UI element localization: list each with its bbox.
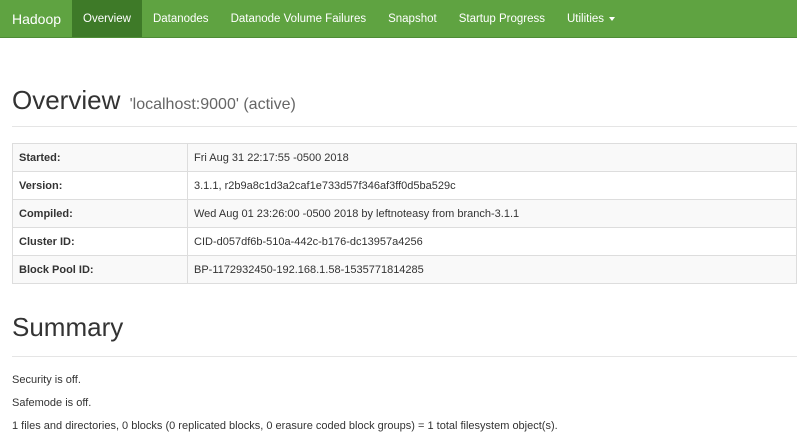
row-label: Compiled: xyxy=(12,199,188,228)
safemode-status: Safemode is off. xyxy=(12,397,92,409)
row-label: Cluster ID: xyxy=(12,227,188,256)
table-row: Block Pool ID: BP-1172932450-192.168.1.5… xyxy=(12,255,797,284)
summary-header: Summary xyxy=(12,312,797,357)
namenode-address: 'localhost:9000' (active) xyxy=(129,96,296,113)
caret-down-icon xyxy=(609,16,616,21)
brand-logo[interactable]: Hadoop xyxy=(0,0,72,37)
table-row: Version: 3.1.1, r2b9a8c1d3a2caf1e733d57f… xyxy=(12,171,797,200)
nav-snapshot[interactable]: Snapshot xyxy=(377,0,448,37)
overview-info-table: Started: Fri Aug 31 22:17:55 -0500 2018 … xyxy=(12,143,797,284)
row-value: Fri Aug 31 22:17:55 -0500 2018 xyxy=(187,143,797,172)
nav-overview[interactable]: Overview xyxy=(72,0,142,37)
filesystem-summary: 1 files and directories, 0 blocks (0 rep… xyxy=(12,420,558,432)
summary-title: Summary xyxy=(12,312,124,342)
row-label: Block Pool ID: xyxy=(12,255,188,284)
nav-utilities-dropdown[interactable]: Utilities xyxy=(556,0,626,37)
overview-header: Overview 'localhost:9000' (active) xyxy=(12,85,797,127)
overview-title: Overview xyxy=(12,85,121,115)
security-status: Security is off. xyxy=(12,374,81,386)
nav-utilities-label: Utilities xyxy=(567,12,605,25)
nav-startup-progress[interactable]: Startup Progress xyxy=(448,0,556,37)
row-value: BP-1172932450-192.168.1.58-1535771814285 xyxy=(187,255,797,284)
table-row: Started: Fri Aug 31 22:17:55 -0500 2018 xyxy=(12,143,797,172)
nav-datanodes[interactable]: Datanodes xyxy=(142,0,220,37)
row-value: Wed Aug 01 23:26:00 -0500 2018 by leftno… xyxy=(187,199,797,228)
table-row: Cluster ID: CID-d057df6b-510a-442c-b176-… xyxy=(12,227,797,256)
page-title: Overview 'localhost:9000' (active) xyxy=(12,85,797,116)
nav-datanode-volume-failures[interactable]: Datanode Volume Failures xyxy=(220,0,378,37)
top-navbar: Hadoop Overview Datanodes Datanode Volum… xyxy=(0,0,797,38)
row-label: Version: xyxy=(12,171,188,200)
row-value: 3.1.1, r2b9a8c1d3a2caf1e733d57f346af3ff0… xyxy=(187,171,797,200)
row-label: Started: xyxy=(12,143,188,172)
table-row: Compiled: Wed Aug 01 23:26:00 -0500 2018… xyxy=(12,199,797,228)
row-value: CID-d057df6b-510a-442c-b176-dc13957a4256 xyxy=(187,227,797,256)
